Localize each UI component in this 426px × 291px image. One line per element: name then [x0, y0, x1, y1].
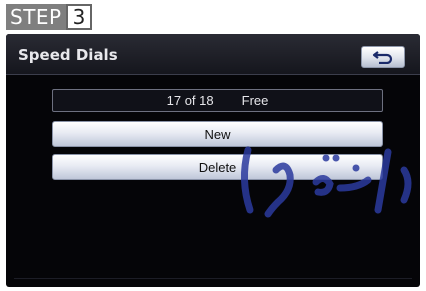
- page-title: Speed Dials: [18, 46, 118, 64]
- speed-dial-count: 17 of 18: [166, 93, 214, 108]
- new-button[interactable]: New: [52, 121, 383, 147]
- screen-divider: [14, 278, 412, 279]
- back-button[interactable]: [361, 46, 405, 68]
- screen-header: Speed Dials: [6, 34, 420, 75]
- delete-button[interactable]: Delete: [52, 154, 383, 180]
- step-number: 3: [65, 4, 93, 30]
- speed-dial-free-label: Free: [241, 93, 269, 108]
- navigation-screen: Speed Dials 17 of 18 Free New Delete: [6, 34, 420, 287]
- back-arrow-icon: [372, 51, 393, 64]
- step-badge: STEP 3: [6, 4, 93, 30]
- speed-dial-counter: 17 of 18 Free: [52, 89, 383, 112]
- step-label: STEP: [6, 4, 66, 30]
